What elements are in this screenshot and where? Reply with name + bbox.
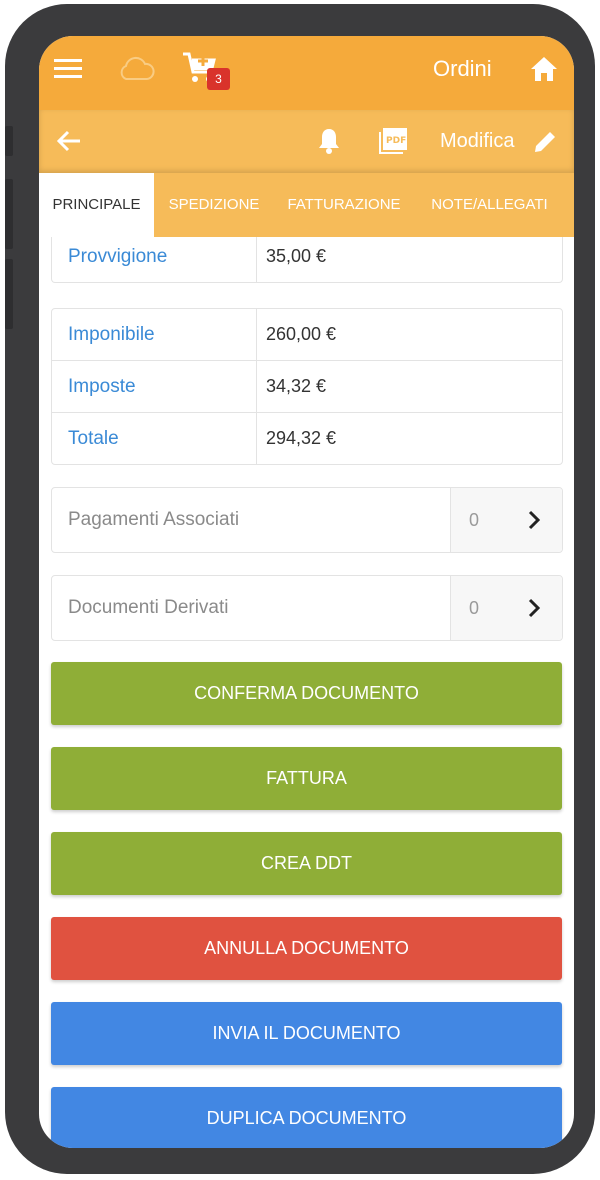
bell-icon[interactable]	[317, 127, 341, 160]
chevron-right-icon	[528, 598, 541, 623]
documenti-derivati-link[interactable]: Documenti Derivati 0	[51, 575, 563, 641]
tab-spedizione[interactable]: SPEDIZIONE	[159, 173, 269, 237]
pagamenti-count: 0	[469, 510, 480, 530]
pagamenti-label: Pagamenti Associati	[68, 509, 240, 530]
edit-pencil-icon[interactable]	[531, 128, 559, 161]
tab-bar: PRINCIPALE SPEDIZIONE FATTURAZIONE NOTE/…	[39, 173, 574, 237]
phone-volume-down	[5, 259, 13, 329]
pagamenti-associati-link[interactable]: Pagamenti Associati 0	[51, 487, 563, 553]
provvigione-value: 35,00 €	[266, 246, 327, 266]
imposte-value: 34,32 €	[266, 376, 327, 396]
invia-documento-button[interactable]: INVIA IL DOCUMENTO	[51, 1002, 562, 1065]
totals-row: Imposte 34,32 €	[52, 361, 562, 413]
home-icon[interactable]	[529, 55, 559, 88]
cloud-sync-icon[interactable]	[117, 56, 155, 87]
pdf-icon[interactable]: PDF	[377, 126, 409, 161]
app-screen: 3 Ordini PDF Modifica PRINCIPALE SPEDIZI…	[39, 36, 574, 1148]
tab-fatturazione[interactable]: FATTURAZIONE	[279, 173, 409, 237]
provvigione-row: Provvigione 35,00 €	[52, 237, 562, 282]
chevron-right-icon	[528, 510, 541, 535]
page-title: Ordini	[433, 56, 492, 81]
annulla-documento-button[interactable]: ANNULLA DOCUMENTO	[51, 917, 562, 980]
totale-label: Totale	[68, 428, 119, 449]
duplica-documento-button[interactable]: DUPLICA DOCUMENTO	[51, 1087, 562, 1148]
provvigione-label: Provvigione	[68, 246, 168, 267]
toolbar: PDF Modifica	[39, 110, 574, 173]
documenti-label: Documenti Derivati	[68, 597, 229, 618]
phone-side-button	[5, 126, 13, 156]
svg-text:PDF: PDF	[386, 136, 406, 146]
main-content: Provvigione 35,00 € Imponibile 260,00 € …	[39, 237, 574, 1148]
phone-volume-up	[5, 179, 13, 249]
crea-ddt-button[interactable]: CREA DDT	[51, 832, 562, 895]
edit-label[interactable]: Modifica	[440, 130, 514, 153]
totals-row: Imponibile 260,00 €	[52, 309, 562, 361]
documenti-count: 0	[469, 598, 480, 618]
imponibile-label: Imponibile	[68, 324, 155, 345]
menu-icon[interactable]	[54, 58, 82, 85]
top-app-bar: 3 Ordini	[39, 36, 574, 110]
totale-value: 294,32 €	[266, 428, 337, 448]
imposte-label: Imposte	[68, 376, 136, 397]
totals-row: Totale 294,32 €	[52, 413, 562, 464]
conferma-documento-button[interactable]: CONFERMA DOCUMENTO	[51, 662, 562, 725]
imponibile-value: 260,00 €	[266, 324, 337, 344]
totals-card: Imponibile 260,00 € Imposte 34,32 € Tota…	[51, 308, 563, 465]
back-arrow-icon[interactable]	[56, 130, 82, 157]
tab-principale[interactable]: PRINCIPALE	[39, 173, 154, 237]
fattura-button[interactable]: FATTURA	[51, 747, 562, 810]
documenti-count-box: 0	[450, 576, 562, 640]
tab-note-allegati[interactable]: NOTE/ALLEGATI	[422, 173, 557, 237]
pagamenti-count-box: 0	[450, 488, 562, 552]
phone-frame: 3 Ordini PDF Modifica PRINCIPALE SPEDIZI…	[5, 4, 595, 1174]
provvigione-card: Provvigione 35,00 €	[51, 237, 563, 283]
cart-count-badge: 3	[207, 68, 230, 90]
